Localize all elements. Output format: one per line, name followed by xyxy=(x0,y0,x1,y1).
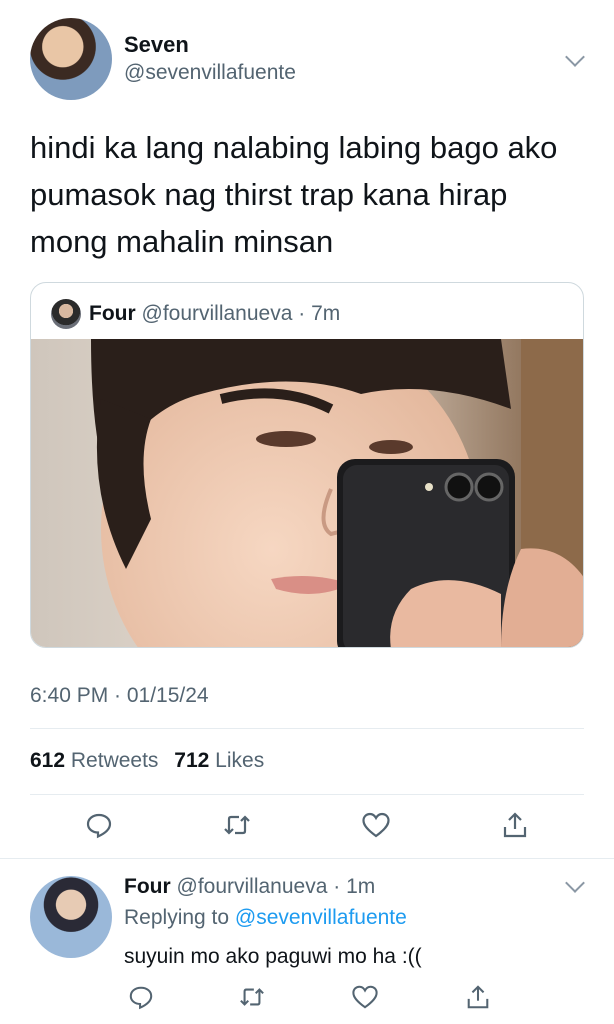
reply-like-button[interactable] xyxy=(350,982,380,1012)
share-icon xyxy=(503,812,527,838)
retweets-count[interactable]: 612 xyxy=(30,749,65,772)
likes-label[interactable]: Likes xyxy=(215,749,264,772)
quote-avatar xyxy=(51,299,81,329)
quote-separator: · xyxy=(292,302,312,325)
quote-author-handle: @fourvillanueva xyxy=(141,302,293,325)
reply-author-handle[interactable]: @fourvillanueva xyxy=(177,875,328,898)
share-icon xyxy=(467,985,489,1009)
reply-separator: · xyxy=(327,875,347,898)
chevron-down-icon[interactable] xyxy=(565,47,585,67)
heart-icon xyxy=(352,985,378,1009)
likes-count[interactable]: 712 xyxy=(174,749,209,772)
reply-header: Four @fourvillanueva · 1m xyxy=(124,875,375,899)
tweet-timestamp: 6:40 PM · 01/15/24 xyxy=(30,684,209,707)
tweet-stats: 612 Retweets 712 Likes xyxy=(30,749,274,773)
heart-icon xyxy=(362,812,390,838)
replying-to-label: Replying to xyxy=(124,906,230,929)
retweet-button[interactable] xyxy=(222,810,252,840)
reply-icon xyxy=(129,986,153,1010)
author-handle[interactable]: @sevenvillafuente xyxy=(124,61,296,85)
replying-to: Replying to @sevenvillafuente xyxy=(124,906,407,930)
divider xyxy=(30,794,584,795)
quote-header: Four @fourvillanueva · 7m xyxy=(89,302,340,326)
divider xyxy=(0,858,614,859)
reply-reply-button[interactable] xyxy=(126,982,156,1012)
author-name[interactable]: Seven xyxy=(124,32,189,58)
reply-author-avatar[interactable] xyxy=(30,876,112,958)
reply-time: 1m xyxy=(346,875,376,898)
divider xyxy=(30,728,584,729)
quote-author-name: Four xyxy=(89,302,136,325)
reply-author-name[interactable]: Four xyxy=(124,875,171,898)
tweet-text: hindi ka lang nalabing labing bago ako p… xyxy=(30,130,558,259)
reply-text: suyuin mo ako paguwi mo ha :(( xyxy=(124,945,422,968)
chevron-down-icon[interactable] xyxy=(565,873,585,893)
retweet-icon xyxy=(224,815,250,835)
like-button[interactable] xyxy=(361,810,391,840)
reply-retweet-button[interactable] xyxy=(237,982,267,1012)
reply-icon xyxy=(86,813,112,839)
replying-to-handle[interactable]: @sevenvillafuente xyxy=(235,906,407,929)
quote-photo[interactable] xyxy=(31,339,584,648)
author-avatar[interactable] xyxy=(30,18,112,100)
reply-button[interactable] xyxy=(84,810,114,840)
quote-time: 7m xyxy=(311,302,341,325)
share-button[interactable] xyxy=(500,810,530,840)
quoted-tweet[interactable]: Four @fourvillanueva · 7m xyxy=(30,282,584,648)
retweets-label[interactable]: Retweets xyxy=(71,749,159,772)
retweet-icon xyxy=(240,988,264,1006)
reply-share-button[interactable] xyxy=(463,982,493,1012)
